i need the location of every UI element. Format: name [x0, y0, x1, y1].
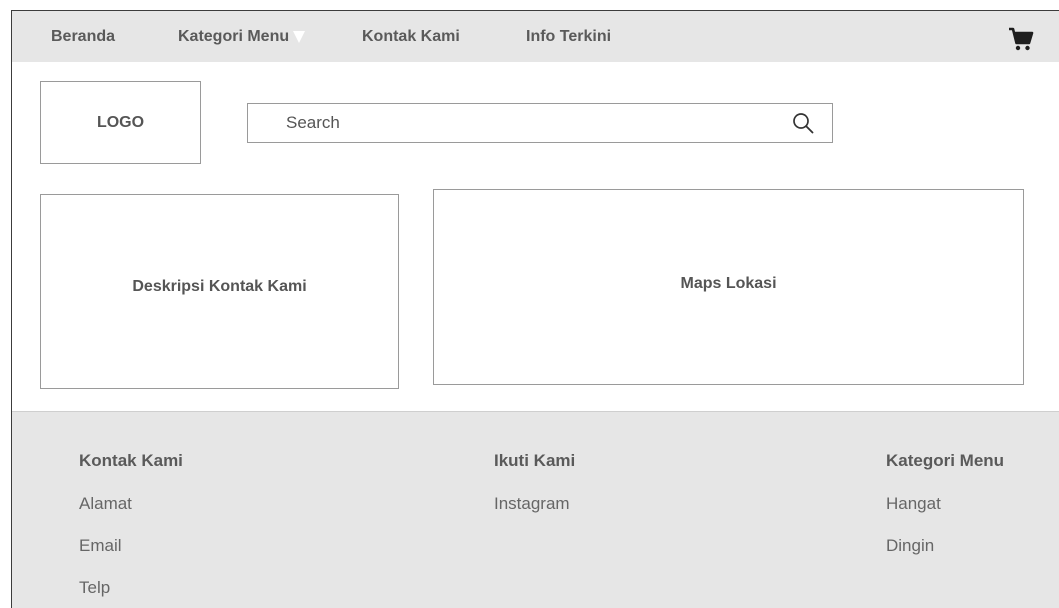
location-map-panel[interactable]: Maps Lokasi	[433, 189, 1024, 385]
logo-text: LOGO	[96, 113, 145, 131]
top-navigation-bar: Beranda Kategori Menu Kontak Kami Info T…	[12, 11, 1059, 62]
contact-description-panel: Deskripsi Kontak Kami	[40, 194, 399, 389]
footer-link-alamat[interactable]: Alamat	[79, 494, 132, 514]
logo[interactable]: LOGO	[40, 81, 201, 164]
footer-heading-kontak-kami: Kontak Kami	[79, 451, 183, 470]
search-icon[interactable]	[792, 112, 814, 134]
footer-heading-ikuti-kami: Ikuti Kami	[494, 451, 576, 470]
nav-item-kategori-menu-label: Kategori Menu	[178, 28, 290, 45]
nav-item-kategori-menu[interactable]: Kategori Menu	[178, 27, 306, 47]
footer-link-email[interactable]: Email	[79, 536, 122, 556]
location-map-label: Maps Lokasi	[680, 275, 777, 292]
nav-item-kontak-kami[interactable]: Kontak Kami	[362, 27, 460, 47]
footer-link-hangat[interactable]: Hangat	[886, 494, 941, 514]
shopping-cart-icon[interactable]	[1008, 26, 1034, 52]
nav-item-info-terkini[interactable]: Info Terkini	[526, 27, 611, 47]
footer-link-telp[interactable]: Telp	[79, 578, 110, 598]
page-frame: Beranda Kategori Menu Kontak Kami Info T…	[11, 10, 1059, 608]
footer-link-dingin[interactable]: Dingin	[886, 536, 934, 556]
chevron-down-icon	[293, 31, 306, 43]
footer-link-instagram[interactable]: Instagram	[494, 494, 570, 514]
search-input[interactable]	[248, 104, 788, 142]
contact-description-label: Deskripsi Kontak Kami	[132, 277, 307, 295]
footer: Kontak Kami Alamat Email Telp Ikuti Kami…	[12, 411, 1059, 608]
nav-item-beranda[interactable]: Beranda	[51, 27, 115, 47]
footer-heading-kategori-menu: Kategori Menu	[886, 451, 1005, 470]
search-bar	[247, 103, 833, 143]
